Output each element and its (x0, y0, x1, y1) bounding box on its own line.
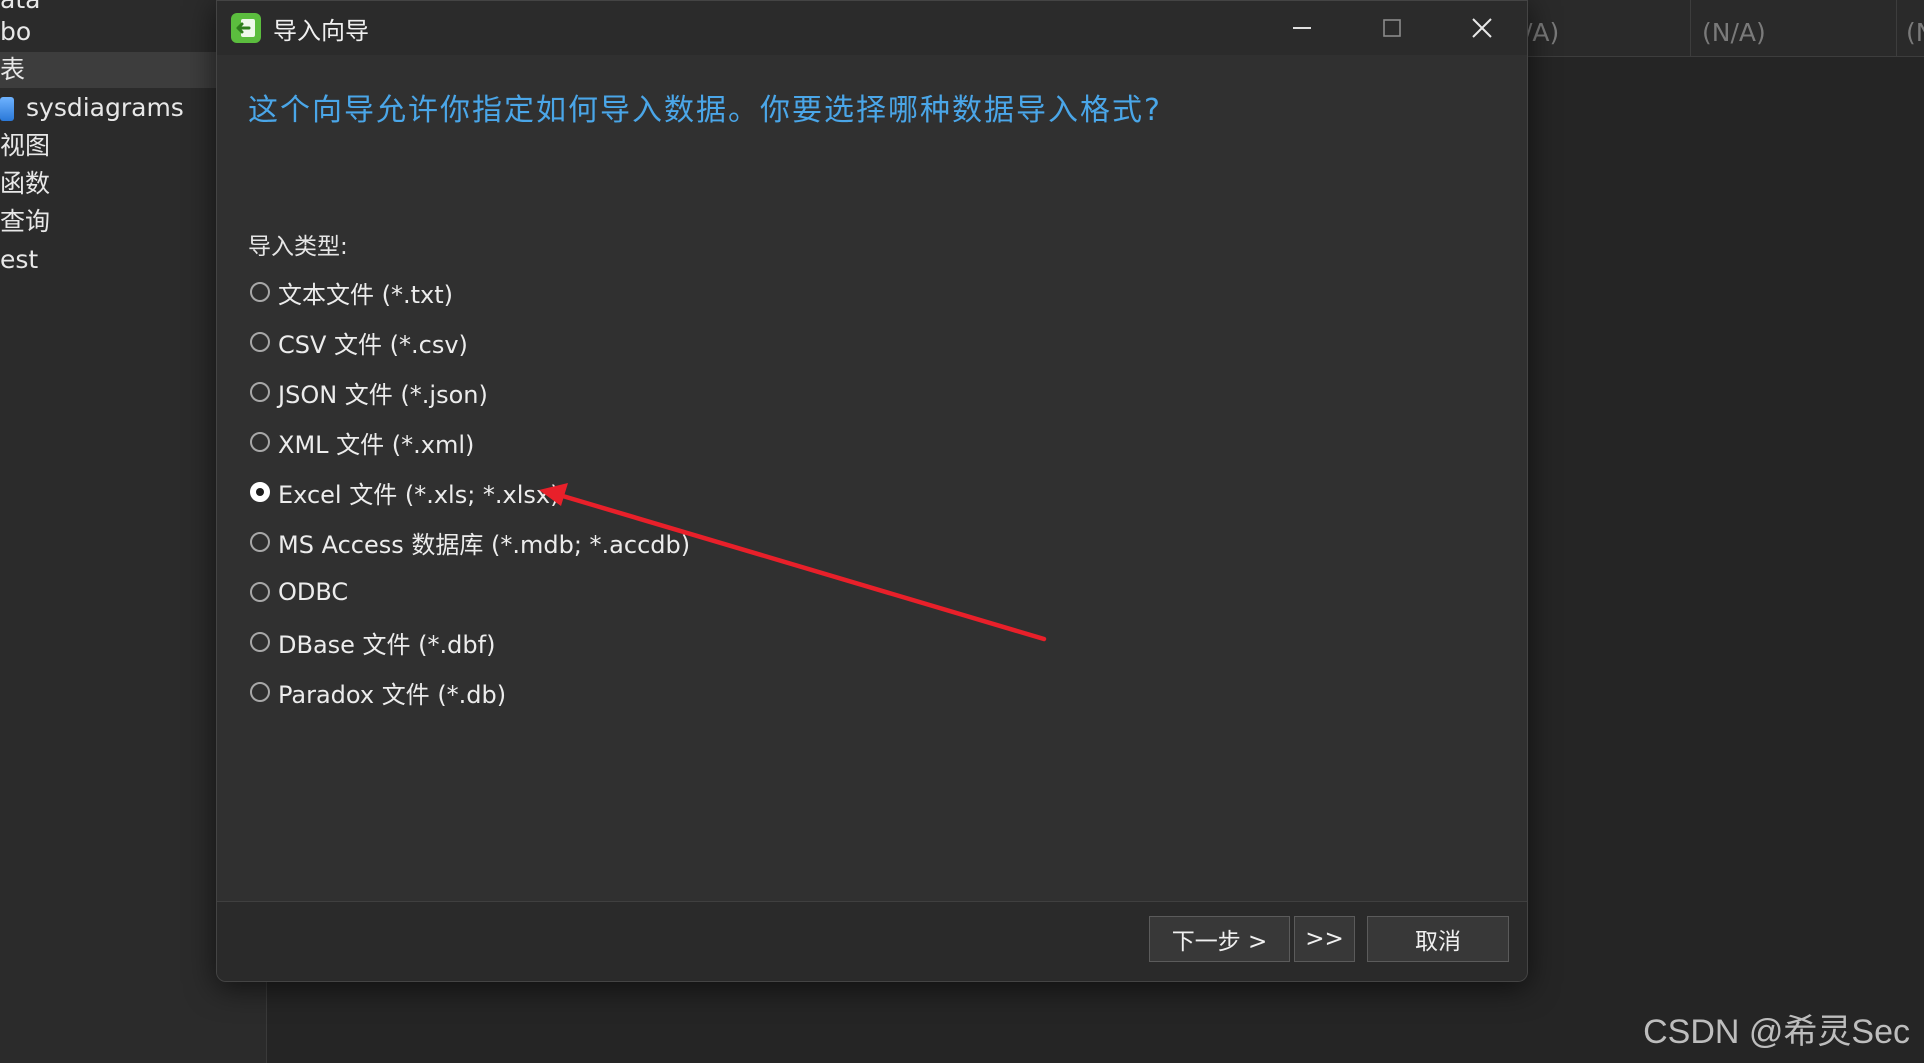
tree-item-label: 视图 (0, 131, 51, 160)
option-odbc[interactable]: ODBC (250, 574, 348, 610)
tree-item-label: sysdiagrams (26, 93, 184, 122)
tree-item-label: 查询 (0, 207, 51, 236)
minimize-icon (1293, 27, 1311, 29)
option-excel-file[interactable]: Excel 文件 (*.xls; *.xlsx) (250, 474, 559, 510)
tree-item-label: 函数 (0, 169, 51, 198)
tree-item-label: est (0, 245, 39, 274)
import-type-label: 导入类型: (248, 234, 348, 260)
next-button[interactable]: 下一步 > (1149, 916, 1290, 962)
tree-item-views[interactable]: 视图 (0, 128, 50, 164)
radio-button[interactable] (250, 582, 270, 602)
option-label: CSV 文件 (*.csv) (278, 330, 468, 359)
option-label: 文本文件 (*.txt) (278, 280, 454, 309)
maximize-icon (1383, 19, 1401, 37)
option-label: ODBC (278, 578, 349, 606)
tree-item-label: 表 (0, 55, 26, 84)
cancel-button[interactable]: 取消 (1367, 916, 1509, 962)
close-button[interactable] (1437, 1, 1527, 55)
grid-cell[interactable]: /A) (1524, 18, 1559, 47)
tree-item-sysdiagrams[interactable]: sysdiagrams (0, 90, 184, 126)
radio-button[interactable] (250, 382, 270, 402)
radio-button[interactable] (250, 632, 270, 652)
radio-button-checked[interactable] (250, 482, 270, 502)
option-xml-file[interactable]: XML 文件 (*.xml) (250, 424, 474, 460)
tree-item-functions[interactable]: 函数 (0, 166, 50, 202)
dialog-titlebar[interactable]: 导入向导 (217, 1, 1527, 55)
wizard-heading: 这个向导允许你指定如何导入数据。你要选择哪种数据导入格式? (248, 93, 1162, 128)
maximize-button[interactable] (1347, 1, 1437, 55)
grid-cell[interactable]: (N/A) (1702, 18, 1766, 47)
option-dbase-file[interactable]: DBase 文件 (*.dbf) (250, 624, 495, 660)
option-csv-file[interactable]: CSV 文件 (*.csv) (250, 324, 468, 360)
minimize-button[interactable] (1257, 1, 1347, 55)
grid-divider (1896, 0, 1897, 56)
option-label: MS Access 数据库 (*.mdb; *.accdb) (278, 530, 691, 559)
radio-button[interactable] (250, 332, 270, 352)
option-label: Excel 文件 (*.xls; *.xlsx) (278, 480, 560, 509)
import-wizard-app-icon (231, 13, 261, 43)
close-icon (1472, 18, 1492, 38)
option-json-file[interactable]: JSON 文件 (*.json) (250, 374, 488, 410)
tree-item-label: bo (0, 17, 32, 46)
option-label: Paradox 文件 (*.db) (278, 680, 507, 709)
tree-item-label: ata (0, 0, 40, 14)
option-text-file[interactable]: 文本文件 (*.txt) (250, 274, 453, 310)
skip-to-end-button[interactable]: >> (1294, 916, 1355, 962)
radio-button[interactable] (250, 682, 270, 702)
dialog-footer: 下一步 > >> 取消 (217, 901, 1527, 981)
radio-button[interactable] (250, 532, 270, 552)
radio-button[interactable] (250, 432, 270, 452)
option-label: XML 文件 (*.xml) (278, 430, 475, 459)
import-wizard-dialog: 导入向导 这个向导允许你指定如何导入数据。你要选择哪种数据导入格式? 导入类型:… (216, 0, 1528, 982)
database-table-icon (0, 97, 14, 121)
radio-button[interactable] (250, 282, 270, 302)
option-paradox-file[interactable]: Paradox 文件 (*.db) (250, 674, 506, 710)
data-grid-row: /A) (N/A) (N (1516, 0, 1924, 57)
option-label: JSON 文件 (*.json) (278, 380, 488, 409)
grid-divider (1690, 0, 1691, 56)
tree-item-queries[interactable]: 查询 (0, 204, 50, 240)
tree-item-test[interactable]: est (0, 242, 38, 278)
option-label: DBase 文件 (*.dbf) (278, 630, 496, 659)
watermark: CSDN @希灵Sec (1643, 1013, 1910, 1051)
dialog-title: 导入向导 (273, 17, 369, 45)
tree-item-dbo[interactable]: bo (0, 14, 31, 50)
option-ms-access[interactable]: MS Access 数据库 (*.mdb; *.accdb) (250, 524, 690, 560)
grid-cell[interactable]: (N (1906, 18, 1924, 47)
